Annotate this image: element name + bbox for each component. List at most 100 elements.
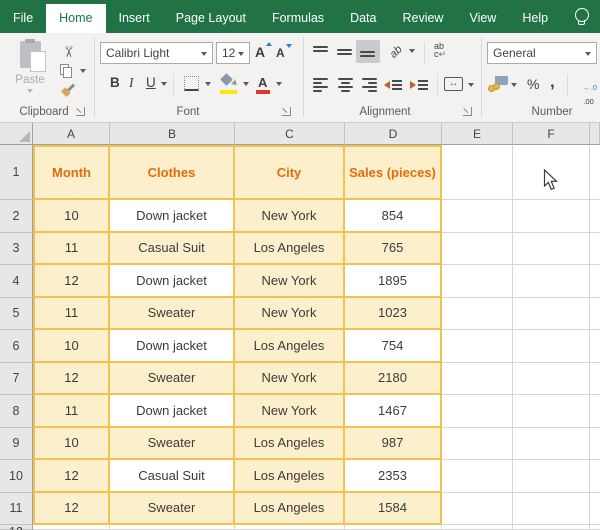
cell[interactable] <box>513 460 590 493</box>
cell-B11[interactable]: Sweater <box>110 492 235 525</box>
row-header-5[interactable]: 5 <box>0 297 33 330</box>
cell[interactable] <box>590 363 600 395</box>
cell-B7[interactable]: Sweater <box>110 362 235 395</box>
fill-color-dropdown-arrow[interactable] <box>243 82 249 86</box>
row-header-3[interactable]: 3 <box>0 232 33 265</box>
cell-B10[interactable]: Casual Suit <box>110 460 235 493</box>
cell-D3[interactable]: 765 <box>345 232 442 265</box>
cell-D10[interactable]: 2353 <box>345 460 442 493</box>
cell[interactable] <box>442 200 513 233</box>
row-header-4[interactable]: 4 <box>0 265 33 298</box>
borders-dropdown-arrow[interactable] <box>205 82 211 86</box>
align-center-button[interactable] <box>337 78 353 92</box>
cell-C2[interactable]: New York <box>235 200 345 233</box>
cell-A3[interactable]: 11 <box>33 232 110 265</box>
cell[interactable] <box>442 265 513 298</box>
font-dialog-launcher[interactable] <box>282 107 291 116</box>
cell-B2[interactable]: Down jacket <box>110 200 235 233</box>
cell-C9[interactable]: Los Angeles <box>235 427 345 460</box>
align-right-button[interactable] <box>361 78 377 92</box>
cell-C5[interactable]: New York <box>235 297 345 330</box>
shrink-font-button[interactable]: A <box>276 44 292 60</box>
cell-B4[interactable]: Down jacket <box>110 265 235 298</box>
cell-B8[interactable]: Down jacket <box>110 395 235 428</box>
tab-review[interactable]: Review <box>389 4 456 33</box>
cell[interactable] <box>345 525 442 530</box>
cell[interactable] <box>590 233 600 265</box>
copy-dropdown-arrow[interactable] <box>80 69 86 73</box>
cell[interactable] <box>442 427 513 460</box>
cell[interactable] <box>513 395 590 428</box>
copy-button[interactable] <box>60 64 73 79</box>
cell-C8[interactable]: New York <box>235 395 345 428</box>
cell[interactable] <box>590 395 600 428</box>
orientation-dropdown-arrow[interactable] <box>409 49 415 53</box>
cell[interactable] <box>590 298 600 330</box>
cell[interactable] <box>513 265 590 298</box>
row-header-9[interactable]: 9 <box>0 427 33 460</box>
tab-help[interactable]: Help <box>509 4 561 33</box>
cell-D2[interactable]: 854 <box>345 200 442 233</box>
row-header-2[interactable]: 2 <box>0 200 33 233</box>
row-header-12[interactable]: 12 <box>0 525 33 530</box>
cell-C6[interactable]: Los Angeles <box>235 330 345 363</box>
increase-decimal-button[interactable]: ←.0 .00 <box>575 77 597 112</box>
decrease-indent-button[interactable] <box>384 78 402 92</box>
middle-align-button[interactable] <box>337 45 353 58</box>
cell-B5[interactable]: Sweater <box>110 297 235 330</box>
cell-A8[interactable]: 11 <box>33 395 110 428</box>
cell-B3[interactable]: Casual Suit <box>110 232 235 265</box>
cell-A9[interactable]: 10 <box>33 427 110 460</box>
row-header-6[interactable]: 6 <box>0 330 33 363</box>
cell-A2[interactable]: 10 <box>33 200 110 233</box>
cell[interactable] <box>442 395 513 428</box>
font-name-dropdown-arrow[interactable] <box>201 52 207 56</box>
cell-A6[interactable]: 10 <box>33 330 110 363</box>
cell[interactable] <box>590 330 600 363</box>
cell[interactable] <box>442 330 513 363</box>
tab-page-layout[interactable]: Page Layout <box>163 4 259 33</box>
cell[interactable] <box>513 330 590 363</box>
cell[interactable] <box>590 525 600 530</box>
borders-button[interactable] <box>184 76 199 91</box>
column-header-F[interactable]: F <box>513 123 590 145</box>
clipboard-dialog-launcher[interactable] <box>76 107 85 116</box>
column-header-E[interactable]: E <box>442 123 513 145</box>
cell-A7[interactable]: 12 <box>33 362 110 395</box>
cell[interactable] <box>442 297 513 330</box>
cell-D4[interactable]: 1895 <box>345 265 442 298</box>
tab-file[interactable]: File <box>0 4 46 33</box>
percent-style-button[interactable]: % <box>527 76 539 92</box>
font-size-dropdown-arrow[interactable] <box>238 52 244 56</box>
cell[interactable] <box>235 525 345 530</box>
cell[interactable] <box>110 525 235 530</box>
cell[interactable] <box>590 460 600 493</box>
cut-button[interactable]: ✂ <box>59 46 77 59</box>
font-name-combobox[interactable]: Calibri Light <box>100 42 213 64</box>
row-header-1[interactable]: 1 <box>0 145 33 200</box>
cell[interactable] <box>590 493 600 525</box>
cell[interactable] <box>442 362 513 395</box>
tab-insert[interactable]: Insert <box>106 4 163 33</box>
cell[interactable] <box>590 265 600 298</box>
underline-button[interactable]: U <box>146 75 156 90</box>
cell[interactable] <box>590 200 600 233</box>
cell-A1[interactable]: Month <box>33 145 110 200</box>
cell-A10[interactable]: 12 <box>33 460 110 493</box>
cell-D8[interactable]: 1467 <box>345 395 442 428</box>
grow-font-button[interactable]: A <box>255 42 273 60</box>
cell-C4[interactable]: New York <box>235 265 345 298</box>
cell-D5[interactable]: 1023 <box>345 297 442 330</box>
cell-C1[interactable]: City <box>235 145 345 200</box>
row-header-11[interactable]: 11 <box>0 492 33 525</box>
comma-style-button[interactable]: , <box>550 73 555 90</box>
cell-C7[interactable]: New York <box>235 362 345 395</box>
cell-A11[interactable]: 12 <box>33 492 110 525</box>
lightbulb-icon[interactable] <box>575 8 589 25</box>
tab-view[interactable]: View <box>456 4 509 33</box>
row-header-7[interactable]: 7 <box>0 362 33 395</box>
cell[interactable] <box>442 525 513 530</box>
font-size-combobox[interactable]: 12 <box>216 42 250 64</box>
cell[interactable] <box>590 145 600 200</box>
cell-D6[interactable]: 754 <box>345 330 442 363</box>
